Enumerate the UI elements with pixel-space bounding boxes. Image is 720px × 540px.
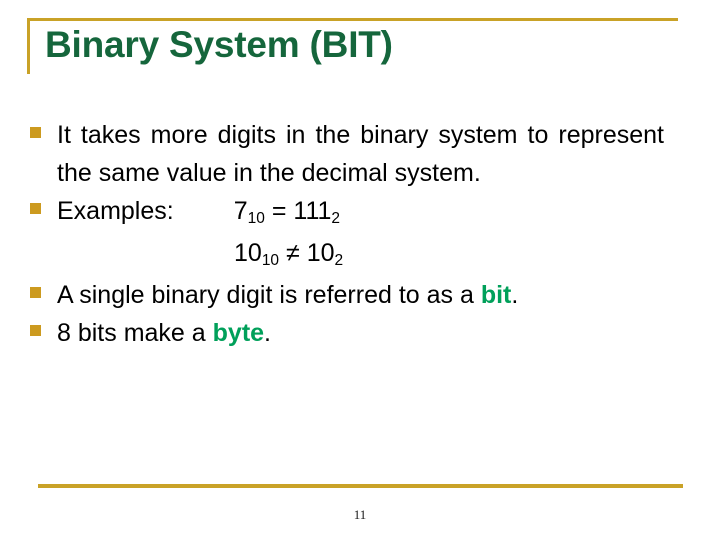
bullet-item-1: It takes more digits in the binary syste… [28,116,664,192]
body-content: It takes more digits in the binary syste… [28,116,664,352]
square-bullet-icon [30,127,41,138]
title-block: Binary System (BIT) [27,18,678,74]
square-bullet-icon [30,325,41,336]
square-bullet-icon [30,203,41,214]
bullet-item-2: Examples: 710 = 1112 [28,192,664,234]
bullet-text-2: Examples: 710 = 1112 [57,192,664,234]
keyword-byte: byte [212,319,265,347]
title-top-rule [27,18,678,21]
bullet-4-suffix: . [264,319,271,347]
keyword-bit: bit [480,281,512,309]
example-2-value-subscript: 10 [261,252,280,270]
footer-rule [38,484,683,488]
example-line-2: 1010 ≠ 102 [28,234,664,276]
example-2-result: 10 [306,239,335,267]
example-1-result-subscript: 2 [331,210,341,228]
example-1-result: 111 [293,197,332,225]
example-1-value: 7 [233,197,248,225]
slide: Binary System (BIT) It takes more digits… [0,0,720,540]
bullet-3-prefix: A single binary digit is referred to as … [57,281,481,309]
bullet-3-suffix: . [511,281,519,309]
bullet-text-1: It takes more digits in the binary syste… [57,121,664,187]
page-title: Binary System (BIT) [45,24,393,65]
example-2-result-subscript: 2 [334,252,344,270]
example-1-value-subscript: 10 [247,210,265,228]
square-bullet-icon [30,287,41,298]
bullet-text-4: 8 bits make a byte. [57,314,664,352]
example-2-value: 10 [234,239,262,267]
bullet-item-4: 8 bits make a byte. [28,314,664,352]
bullet-item-3: A single binary digit is referred to as … [28,276,664,314]
bullet-text-3: A single binary digit is referred to as … [57,276,664,314]
example-1-operator: = [271,197,287,225]
bullet-4-prefix: 8 bits make a [57,319,213,347]
examples-label: Examples: [57,197,174,225]
example-2-operator: ≠ [286,239,300,267]
title-left-rule [27,18,30,74]
page-number: 11 [353,507,367,522]
